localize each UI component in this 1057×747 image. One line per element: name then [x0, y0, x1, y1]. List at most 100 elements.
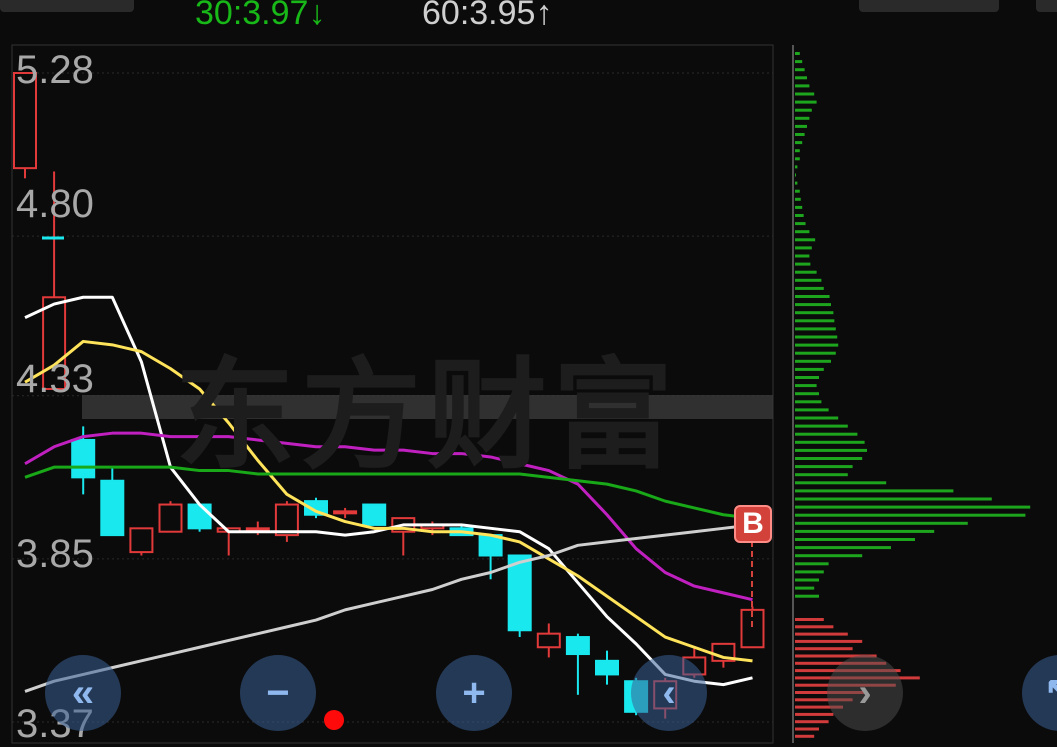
- watermark: 东方财富: [175, 349, 679, 483]
- profile-bar-down: [795, 205, 803, 209]
- profile-bar-up: [795, 720, 829, 724]
- expand-arrow-icon: ↖: [1043, 670, 1057, 716]
- buy-signal-badge[interactable]: B: [734, 505, 772, 543]
- profile-bar-up: [795, 712, 834, 716]
- profile-bar-down: [795, 116, 810, 120]
- profile-bar-down: [795, 157, 800, 161]
- ma30-arrow-icon: ↓: [308, 0, 326, 32]
- profile-bar-down: [795, 570, 824, 574]
- profile-bar-up: [795, 734, 815, 738]
- profile-bar-down: [795, 586, 815, 590]
- y-axis-label: 5.28: [16, 48, 94, 92]
- profile-bar-down: [795, 327, 836, 331]
- profile-bar-down: [795, 489, 954, 493]
- profile-bar-down: [795, 505, 1031, 509]
- profile-bar-down: [795, 513, 1026, 517]
- profile-bar-down: [795, 335, 838, 339]
- profile-bar-down: [795, 311, 834, 315]
- profile-bar-down: [795, 538, 915, 541]
- profile-bar-down: [795, 554, 863, 558]
- profile-bar-up: [795, 618, 824, 621]
- volume-profile-bars: [795, 52, 1031, 738]
- profile-bar-down: [795, 497, 992, 501]
- plus-icon: +: [462, 670, 486, 715]
- y-axis-label: 3.85: [16, 532, 94, 576]
- chevron-left-icon: ‹: [662, 670, 676, 715]
- y-axis-label: 4.80: [16, 182, 94, 226]
- next-button[interactable]: ›: [827, 655, 903, 731]
- profile-bar-down: [795, 52, 800, 55]
- profile-bar-down: [795, 278, 822, 282]
- profile-bar-down: [795, 246, 812, 250]
- profile-bar-down: [795, 197, 801, 201]
- profile-bar-down: [795, 254, 810, 258]
- profile-bar-down: [795, 546, 891, 550]
- profile-bar-up: [795, 639, 863, 643]
- profile-bar-down: [795, 100, 817, 104]
- profile-bar-down: [795, 165, 798, 169]
- profile-bar-down: [795, 578, 819, 582]
- profile-bar-down: [795, 60, 803, 64]
- profile-bar-down: [795, 481, 887, 485]
- profile-bar-down: [795, 440, 865, 444]
- ma60-readout: 60:3.95↑: [422, 0, 552, 33]
- profile-bar-down: [795, 303, 831, 307]
- previous-button[interactable]: ‹: [631, 655, 707, 731]
- profile-bar-down: [795, 319, 835, 323]
- profile-bar-down: [795, 448, 867, 452]
- profile-bar-down: [795, 173, 796, 177]
- top-right-button[interactable]: [1036, 0, 1057, 12]
- profile-bar-down: [795, 432, 858, 436]
- profile-bar-down: [795, 521, 968, 525]
- profile-bar-down: [795, 189, 800, 193]
- profile-bar-down: [795, 149, 800, 153]
- profile-bar-down: [795, 214, 804, 217]
- ma30-readout: 30:3.97↓: [195, 0, 325, 33]
- top-left-button[interactable]: [0, 0, 134, 12]
- profile-bar-up: [795, 625, 834, 629]
- status-dot: [324, 710, 344, 730]
- profile-bar-down: [795, 562, 829, 566]
- profile-bar-down: [795, 286, 824, 290]
- top-bar: 30:3.97↓ 60:3.95↑: [0, 0, 1057, 40]
- ma30-value: 30:3.97: [195, 0, 309, 32]
- profile-bar-down: [795, 359, 831, 363]
- minus-icon: −: [266, 670, 290, 715]
- ma60-value: 60:3.95: [422, 0, 536, 32]
- profile-bar-down: [795, 222, 806, 226]
- profile-bar-down: [795, 465, 853, 469]
- profile-bar-down: [795, 270, 817, 274]
- profile-bar-up: [795, 647, 853, 651]
- profile-bar-down: [795, 351, 836, 355]
- profile-bar-down: [795, 473, 848, 477]
- profile-bar-down: [795, 529, 935, 533]
- profile-bar-down: [795, 76, 807, 80]
- period-selector-button[interactable]: [859, 0, 999, 12]
- profile-bar-down: [795, 343, 839, 347]
- profile-bar-up: [795, 632, 848, 636]
- profile-bar-down: [795, 416, 839, 420]
- profile-bar-down: [795, 400, 822, 404]
- profile-bar-down: [795, 392, 819, 396]
- profile-bar-down: [795, 84, 810, 88]
- profile-bar-down: [795, 262, 811, 266]
- profile-bar-down: [795, 108, 812, 112]
- y-axis-label: 4.33: [16, 357, 94, 401]
- zoom-in-button[interactable]: +: [436, 655, 512, 731]
- profile-bar-down: [795, 376, 819, 379]
- profile-bar-down: [795, 424, 848, 428]
- scroll-back-button[interactable]: «: [45, 655, 121, 731]
- profile-bar-down: [795, 68, 805, 72]
- ma60-arrow-icon: ↑: [535, 0, 553, 32]
- profile-bar-down: [795, 238, 816, 242]
- profile-bar-down: [795, 295, 830, 298]
- chevron-right-icon: ›: [858, 670, 872, 715]
- double-chevron-left-icon: «: [71, 670, 95, 715]
- zoom-out-button[interactable]: −: [240, 655, 316, 731]
- profile-bar-down: [795, 457, 863, 460]
- profile-bar-down: [795, 133, 805, 136]
- profile-bar-down: [795, 384, 817, 388]
- profile-bar-down: [795, 367, 824, 371]
- profile-bar-up: [795, 727, 819, 731]
- profile-bar-down: [795, 230, 810, 234]
